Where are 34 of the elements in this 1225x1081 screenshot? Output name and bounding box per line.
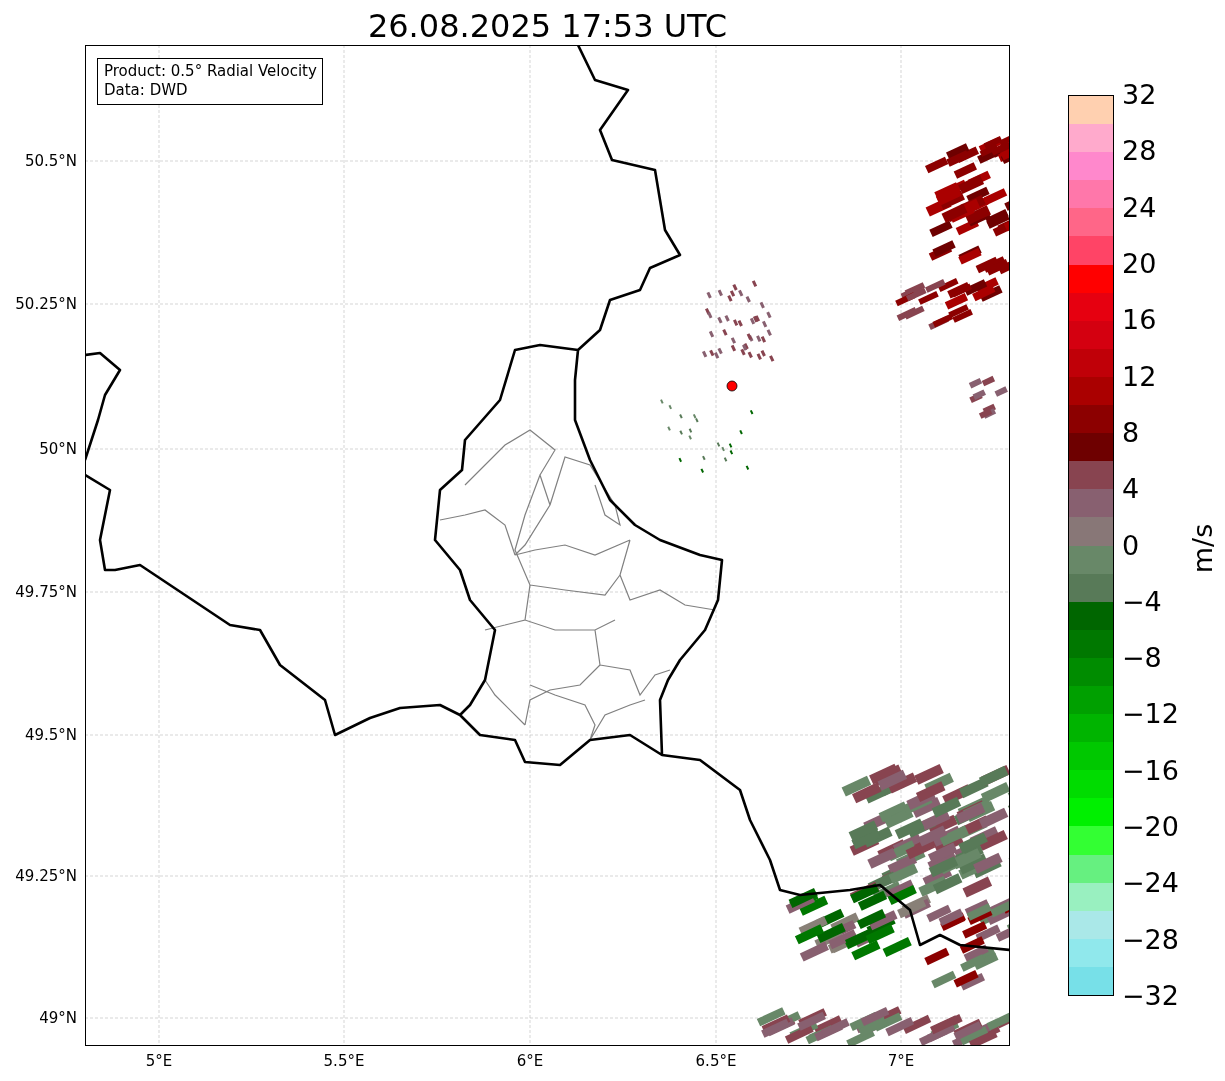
axis-tick-label: 49.25°N <box>15 867 77 885</box>
colorbar-tick-label: 0 <box>1122 530 1140 561</box>
info-text: Data: DWD <box>104 81 189 100</box>
colorbar-tick-label: −32 <box>1122 981 1179 1011</box>
radar-site-marker <box>726 380 738 392</box>
axis-tick-label: 50.25°N <box>15 295 77 313</box>
axis-tick-label: 49.75°N <box>15 583 77 601</box>
colorbar-tick-label: 28 <box>1122 136 1157 167</box>
axis-tick-label: 7°E <box>887 1052 915 1070</box>
axis-tick-label: 6°E <box>516 1052 544 1070</box>
axis-tick-label: 6.5°E <box>695 1052 737 1070</box>
axis-tick-label: 5.5°E <box>323 1052 365 1070</box>
colorbar-tick-label: −28 <box>1122 924 1179 955</box>
info-text: Product: 0.5° Radial Velocity <box>104 62 317 81</box>
colorbar-label: m/s <box>1187 523 1219 574</box>
axis-tick-label: 50°N <box>39 440 77 458</box>
colorbar-tick-label: −4 <box>1122 586 1162 617</box>
colorbar-tick-label: 8 <box>1122 417 1140 448</box>
colorbar-tick-label: −8 <box>1122 643 1162 674</box>
colorbar-tick-label: −24 <box>1122 868 1179 899</box>
colorbar-tick-label: 24 <box>1122 192 1157 223</box>
axis-tick-label: 50.5°N <box>24 152 77 170</box>
axis-tick-label: 49.5°N <box>24 726 77 744</box>
colorbar-tick-label: 32 <box>1122 80 1157 110</box>
colorbar-tick-label: −12 <box>1122 699 1179 730</box>
axis-tick-label: 5°E <box>145 1052 173 1070</box>
axis-tick-label: 49°N <box>39 1009 77 1027</box>
colorbar-tick-label: 20 <box>1122 248 1157 279</box>
chart-title: 26.08.2025 17:53 UTC <box>366 6 729 45</box>
colorbar-tick-label: −16 <box>1122 755 1179 786</box>
colorbar-tick-label: 16 <box>1122 305 1157 336</box>
colorbar-tick-label: 4 <box>1122 474 1140 505</box>
colorbar-tick-label: −20 <box>1122 812 1179 843</box>
colorbar-tick-label: 12 <box>1122 361 1157 392</box>
